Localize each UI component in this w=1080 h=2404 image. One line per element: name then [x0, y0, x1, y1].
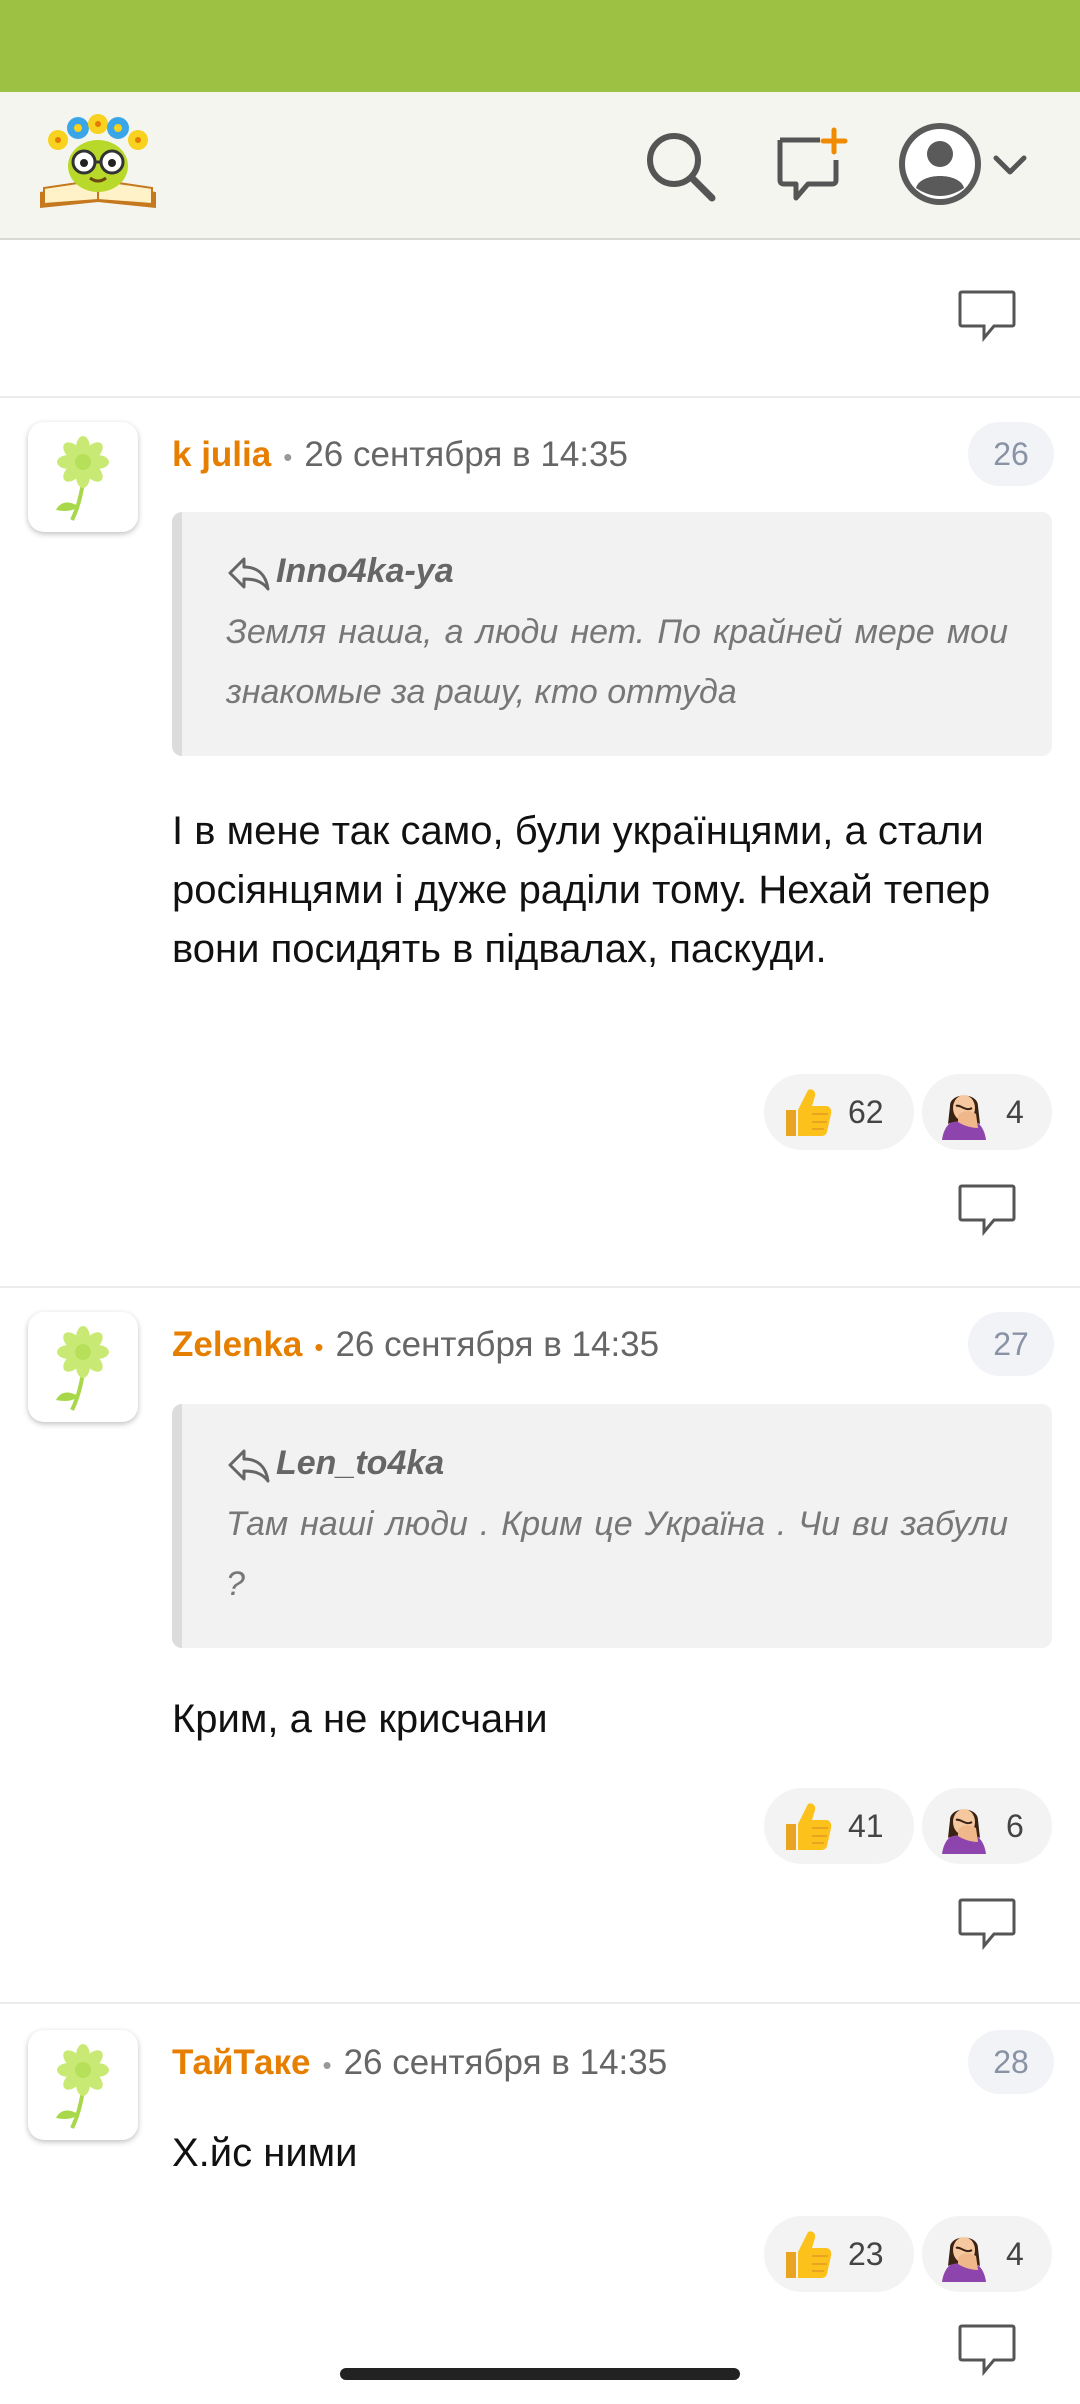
comment: k julia • 26 сентября в 14:35 26 Inno4ka-y…: [0, 396, 1080, 1286]
reply-icon[interactable]: [956, 288, 1018, 344]
reaction-count: 4: [1006, 1093, 1024, 1130]
home-indicator[interactable]: [340, 2368, 740, 2380]
quote-block: Inno4ka-ya Земля наша, а люди нет. По кр…: [172, 512, 1052, 756]
reaction-count: 62: [848, 1093, 884, 1130]
search-icon[interactable]: [640, 126, 720, 206]
comment-meta: Zelenka • 26 сентября в 14:35: [172, 1320, 659, 1370]
separator-dot: •: [322, 2049, 332, 2080]
facepalm-icon: [936, 2226, 992, 2282]
quote-text: Там наші люди . Крим це Україна . Чи ви …: [226, 1505, 1008, 1603]
reply-icon[interactable]: [956, 2322, 1018, 2378]
quote-author-name[interactable]: Len_to4ka: [276, 1444, 444, 1482]
comment-date: 26 сентября в 14:35: [335, 1325, 660, 1364]
book-with-flowers-logo-icon[interactable]: [34, 110, 162, 220]
reply-icon[interactable]: [956, 1182, 1018, 1238]
comment: Zelenka • 26 сентября в 14:35 27 Len_to4ka…: [0, 1286, 1080, 2002]
thumbs-up-icon: [778, 2226, 834, 2282]
reply-icon[interactable]: [956, 1896, 1018, 1952]
reaction-count: 4: [1006, 2235, 1024, 2272]
reaction-count: 23: [848, 2235, 884, 2272]
comment-text: Крим, а не крисчани: [172, 1697, 548, 1741]
avatar[interactable]: [28, 1312, 138, 1422]
quote-text: Земля наша, а люди нет. По крайней мере …: [226, 613, 1008, 711]
comment-author[interactable]: Zelenka: [172, 1325, 302, 1364]
status-bar: [0, 0, 1080, 92]
facepalm-reaction[interactable]: 4: [922, 2216, 1052, 2292]
comment-text: І в мене так само, були українцями, а ст…: [172, 809, 991, 971]
comment-text: Х.йс ними: [172, 2131, 358, 2175]
comment-author[interactable]: k julia: [172, 435, 271, 474]
comment: ТайТаке • 26 сентября в 14:35 28 Х.йс ними…: [0, 2002, 1080, 2404]
facepalm-icon: [936, 1798, 992, 1854]
previous-comment-footer: [0, 240, 1080, 396]
avatar[interactable]: [28, 2030, 138, 2140]
quote-author-name[interactable]: Inno4ka-ya: [276, 552, 454, 590]
reaction-count: 41: [848, 1807, 884, 1844]
reaction-count: 6: [1006, 1807, 1024, 1844]
quote-author: Len_to4ka: [226, 1440, 1008, 1486]
facepalm-reaction[interactable]: 6: [922, 1788, 1052, 1864]
comment-number-badge[interactable]: 26: [968, 422, 1054, 486]
like-reaction[interactable]: 41: [764, 1788, 914, 1864]
thumbs-up-icon: [778, 1798, 834, 1854]
quote-block: Len_to4ka Там наші люди . Крим це Україн…: [172, 1404, 1052, 1648]
online-dot: •: [314, 1331, 324, 1362]
reply-arrow-icon: [226, 1445, 272, 1485]
comment-date: 26 сентября в 14:35: [343, 2043, 668, 2082]
facepalm-icon: [936, 1084, 992, 1140]
new-message-icon[interactable]: [772, 126, 852, 206]
like-reaction[interactable]: 62: [764, 1074, 914, 1150]
user-avatar-icon[interactable]: [898, 122, 982, 206]
comment-meta: k julia • 26 сентября в 14:35: [172, 430, 628, 480]
app-header: [0, 92, 1080, 240]
like-reaction[interactable]: 23: [764, 2216, 914, 2292]
facepalm-reaction[interactable]: 4: [922, 1074, 1052, 1150]
comment-date: 26 сентября в 14:35: [304, 435, 628, 474]
thumbs-up-icon: [778, 1084, 834, 1140]
quote-author: Inno4ka-ya: [226, 548, 1008, 594]
reply-arrow-icon: [226, 553, 272, 593]
comment-number-badge[interactable]: 27: [968, 1312, 1054, 1376]
comments-list: k julia • 26 сентября в 14:35 26 Inno4ka-y…: [0, 240, 1080, 2404]
comment-meta: ТайТаке • 26 сентября в 14:35: [172, 2038, 667, 2088]
comment-author[interactable]: ТайТаке: [172, 2043, 310, 2082]
separator-dot: •: [283, 441, 293, 472]
chevron-down-icon[interactable]: [990, 150, 1030, 180]
comment-number-badge[interactable]: 28: [968, 2030, 1054, 2094]
avatar[interactable]: [28, 422, 138, 532]
